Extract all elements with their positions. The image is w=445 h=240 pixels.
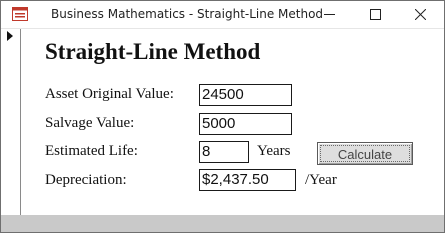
form-detail-section: Straight-Line Method Asset Original Valu… [21,29,444,215]
close-button[interactable] [398,1,444,28]
salvage-value-field[interactable]: 5000 [199,113,292,135]
asset-original-value-field[interactable]: 24500 [199,84,292,106]
calculate-button[interactable]: Calculate [317,142,413,165]
maximize-icon [370,9,381,20]
window-title: Business Mathematics - Straight-Line Met… [51,7,324,21]
salvage-value-label: Salvage Value: [45,115,135,131]
form-footer-band [1,215,444,232]
depreciation-field[interactable]: $2,437.50 [199,169,296,191]
estimated-life-field[interactable]: 8 [199,141,249,163]
asset-original-value-label: Asset Original Value: [45,86,174,102]
calculate-button-label: Calculate [320,145,410,162]
minimize-icon [324,14,335,15]
record-selector[interactable] [1,29,21,215]
depreciation-unit: /Year [305,172,337,188]
maximize-button[interactable] [353,1,399,28]
application-window: Business Mathematics - Straight-Line Met… [0,0,445,233]
estimated-life-label: Estimated Life: [45,143,138,159]
depreciation-label: Depreciation: [45,172,127,188]
title-bar[interactable]: Business Mathematics - Straight-Line Met… [1,1,444,29]
close-icon [415,9,426,20]
access-form-icon[interactable] [12,7,28,21]
estimated-life-unit: Years [257,143,291,159]
record-selector-arrow-icon [7,31,13,41]
minimize-button[interactable] [307,1,353,28]
form-heading: Straight-Line Method [45,39,261,64]
